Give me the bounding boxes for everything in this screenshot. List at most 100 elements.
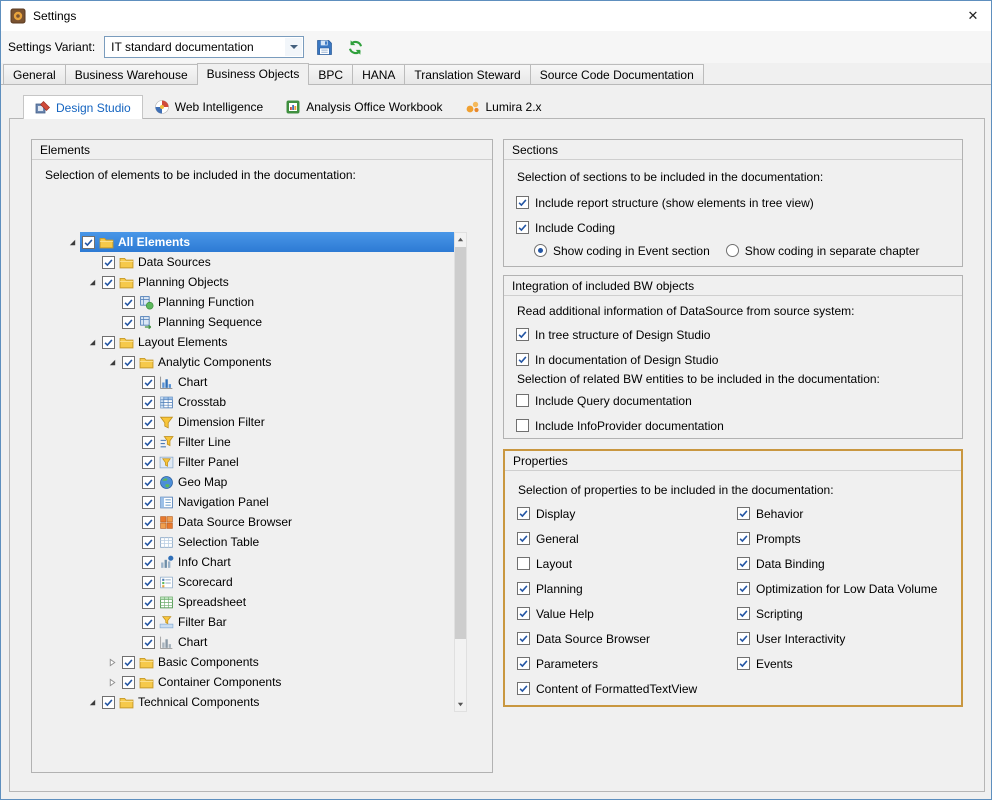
checkbox-checked[interactable]	[102, 276, 115, 289]
tree-item-container-components[interactable]: Container Components	[62, 672, 454, 692]
checkbox-checked[interactable]	[142, 556, 155, 569]
save-button[interactable]	[313, 36, 335, 58]
checkbox-checked[interactable]	[517, 507, 530, 520]
tree-item-analytic-components[interactable]: Analytic Components	[62, 352, 454, 372]
checkbox-checked[interactable]	[122, 676, 135, 689]
checkbox-row-optimization-for-low-data-volume[interactable]: Optimization for Low Data Volume	[737, 576, 937, 601]
tree-item-layout-elements[interactable]: Layout Elements	[62, 332, 454, 352]
checkbox-checked[interactable]	[516, 353, 529, 366]
tab-source-code-documentation[interactable]: Source Code Documentation	[530, 64, 704, 84]
checkbox-row-parameters[interactable]: Parameters	[517, 651, 697, 676]
radio-selected[interactable]	[534, 244, 547, 257]
checkbox-unchecked[interactable]	[516, 394, 529, 407]
radio-row-show-coding-in-event-section[interactable]: Show coding in Event section	[534, 238, 710, 263]
tab-general[interactable]: General	[3, 64, 66, 84]
checkbox-checked[interactable]	[516, 196, 529, 209]
scroll-up-icon[interactable]	[455, 233, 466, 246]
close-button[interactable]: ✕	[955, 1, 991, 31]
checkbox-checked[interactable]	[517, 682, 530, 695]
checkbox-checked[interactable]	[737, 657, 750, 670]
checkbox-checked[interactable]	[102, 256, 115, 269]
tab-hana[interactable]: HANA	[352, 64, 405, 84]
radio-unselected[interactable]	[726, 244, 739, 257]
tree-item-spreadsheet[interactable]: Spreadsheet	[62, 592, 454, 612]
checkbox-checked[interactable]	[142, 496, 155, 509]
checkbox-checked[interactable]	[516, 221, 529, 234]
checkbox-row-prompts[interactable]: Prompts	[737, 526, 937, 551]
checkbox-checked[interactable]	[142, 576, 155, 589]
scrollbar-thumb[interactable]	[455, 247, 466, 639]
subtab-design-studio[interactable]: Design Studio	[23, 95, 143, 119]
checkbox-row-planning[interactable]: Planning	[517, 576, 697, 601]
checkbox-row-layout[interactable]: Layout	[517, 551, 697, 576]
checkbox-checked[interactable]	[737, 532, 750, 545]
tree-item-filter-bar[interactable]: Filter Bar	[62, 612, 454, 632]
tree-item-filter-panel[interactable]: Filter Panel	[62, 452, 454, 472]
checkbox-unchecked[interactable]	[516, 419, 529, 432]
checkbox-checked[interactable]	[737, 557, 750, 570]
checkbox-checked[interactable]	[142, 456, 155, 469]
tree-item-crosstab[interactable]: Crosstab	[62, 392, 454, 412]
tree-item-dimension-filter[interactable]: Dimension Filter	[62, 412, 454, 432]
checkbox-row-in-documentation-of-design-studio[interactable]: In documentation of Design Studio	[516, 347, 718, 372]
expanded-arrow-icon[interactable]	[84, 694, 100, 710]
tree-item-info-chart[interactable]: Info Chart	[62, 552, 454, 572]
checkbox-checked[interactable]	[517, 607, 530, 620]
checkbox-checked[interactable]	[142, 476, 155, 489]
tree-item-filter-line[interactable]: Filter Line	[62, 432, 454, 452]
checkbox-row-data-binding[interactable]: Data Binding	[737, 551, 937, 576]
subtab-lumira-2-x[interactable]: Lumira 2.x	[454, 95, 553, 119]
checkbox-checked[interactable]	[737, 507, 750, 520]
tree-item-chart[interactable]: Chart	[62, 372, 454, 392]
checkbox-checked[interactable]	[142, 596, 155, 609]
checkbox-row-scripting[interactable]: Scripting	[737, 601, 937, 626]
checkbox-checked[interactable]	[82, 236, 95, 249]
refresh-button[interactable]	[344, 36, 366, 58]
checkbox-checked[interactable]	[102, 336, 115, 349]
checkbox-checked[interactable]	[142, 376, 155, 389]
tree-item-scorecard[interactable]: Scorecard	[62, 572, 454, 592]
tab-bpc[interactable]: BPC	[308, 64, 353, 84]
checkbox-row-user-interactivity[interactable]: User Interactivity	[737, 626, 937, 651]
scroll-down-icon[interactable]	[455, 698, 466, 711]
checkbox-checked[interactable]	[516, 328, 529, 341]
checkbox-checked[interactable]	[142, 536, 155, 549]
tree-item-planning-function[interactable]: Planning Function	[62, 292, 454, 312]
checkbox-checked[interactable]	[517, 632, 530, 645]
checkbox-checked[interactable]	[122, 356, 135, 369]
checkbox-row-behavior[interactable]: Behavior	[737, 501, 937, 526]
checkbox-checked[interactable]	[737, 582, 750, 595]
collapsed-arrow-icon[interactable]	[104, 674, 120, 690]
tree-item-technical-components[interactable]: Technical Components	[62, 692, 454, 712]
radio-row-show-coding-in-separate-chapter[interactable]: Show coding in separate chapter	[726, 238, 920, 263]
tree-item-all-elements[interactable]: All Elements	[62, 232, 454, 252]
checkbox-checked[interactable]	[737, 632, 750, 645]
checkbox-row-display[interactable]: Display	[517, 501, 697, 526]
expanded-arrow-icon[interactable]	[64, 234, 80, 250]
checkbox-row-value-help[interactable]: Value Help	[517, 601, 697, 626]
tab-business-warehouse[interactable]: Business Warehouse	[65, 64, 198, 84]
tree-item-navigation-panel[interactable]: Navigation Panel	[62, 492, 454, 512]
expanded-arrow-icon[interactable]	[84, 274, 100, 290]
subtab-analysis-office-workbook[interactable]: Analysis Office Workbook	[274, 95, 453, 119]
checkbox-checked[interactable]	[517, 582, 530, 595]
checkbox-checked[interactable]	[122, 296, 135, 309]
checkbox-checked[interactable]	[142, 396, 155, 409]
tree-item-planning-objects[interactable]: Planning Objects	[62, 272, 454, 292]
checkbox-checked[interactable]	[142, 436, 155, 449]
tree-item-data-sources[interactable]: Data Sources	[62, 252, 454, 272]
checkbox-row-include-query-documentation[interactable]: Include Query documentation	[516, 388, 724, 413]
chevron-down-icon[interactable]	[285, 38, 302, 56]
collapsed-arrow-icon[interactable]	[104, 654, 120, 670]
tab-business-objects[interactable]: Business Objects	[197, 63, 310, 85]
tree-item-geo-map[interactable]: Geo Map	[62, 472, 454, 492]
checkbox-checked[interactable]	[122, 316, 135, 329]
subtab-web-intelligence[interactable]: Web Intelligence	[143, 95, 275, 119]
checkbox-row-include-report-structure-show-elements-in-tree-view[interactable]: Include report structure (show elements …	[516, 190, 814, 215]
checkbox-checked[interactable]	[517, 657, 530, 670]
tree-item-chart[interactable]: Chart	[62, 632, 454, 652]
tree-item-basic-components[interactable]: Basic Components	[62, 652, 454, 672]
tree-item-selection-table[interactable]: Selection Table	[62, 532, 454, 552]
checkbox-row-data-source-browser[interactable]: Data Source Browser	[517, 626, 697, 651]
checkbox-row-general[interactable]: General	[517, 526, 697, 551]
